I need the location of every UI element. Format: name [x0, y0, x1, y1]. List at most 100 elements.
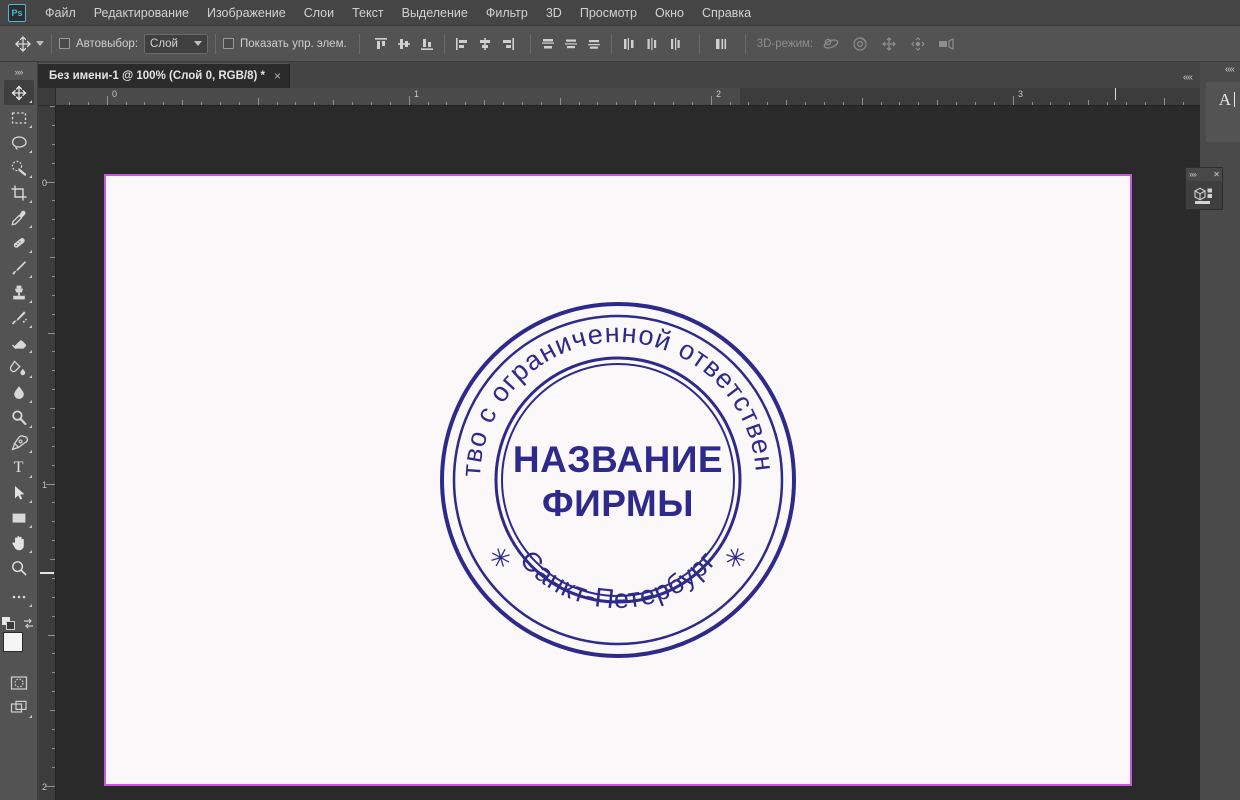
tool-flyout-indicator: [28, 375, 32, 378]
zoom-tool[interactable]: [4, 555, 34, 580]
collapse-panels-icon[interactable]: ««: [1183, 72, 1193, 83]
rectangle-tool[interactable]: [4, 505, 34, 530]
menu-layers[interactable]: Слои: [295, 2, 343, 24]
ruler-tick: [767, 102, 769, 105]
pen-tool[interactable]: [4, 430, 34, 455]
tool-preset-chevron-down-icon[interactable]: [36, 41, 44, 46]
menu-filter[interactable]: Фильтр: [477, 2, 537, 24]
menu-type[interactable]: Текст: [343, 2, 392, 24]
align-bottom-edges-button[interactable]: [417, 34, 437, 54]
horizontal-type-tool[interactable]: T: [4, 455, 34, 480]
quick-mask-toggle[interactable]: [4, 670, 34, 695]
distribute-bottom-edges-button[interactable]: [584, 34, 604, 54]
toolbox-expand-icon[interactable]: »»: [0, 64, 37, 80]
history-brush-tool[interactable]: [4, 305, 34, 330]
floating-panel-titlebar: »» ✕: [1186, 168, 1222, 181]
vertical-ruler[interactable]: 0 1 2: [38, 106, 56, 800]
align-left-edges-button[interactable]: [452, 34, 472, 54]
tool-flyout-indicator: [28, 250, 32, 253]
dodge-tool[interactable]: [4, 405, 34, 430]
ruler-tick: [748, 102, 750, 105]
show-transform-controls-checkbox[interactable]: [223, 38, 235, 49]
pan-3d-object-icon[interactable]: [879, 34, 899, 54]
clone-stamp-tool[interactable]: [4, 280, 34, 305]
menu-file[interactable]: Файл: [36, 2, 85, 24]
expand-icon[interactable]: »»: [1189, 170, 1197, 179]
edit-toolbar-button[interactable]: [4, 584, 34, 609]
ruler-tick: [125, 102, 127, 105]
foreground-color-swatch[interactable]: [2, 632, 23, 652]
active-tool-preview[interactable]: [14, 35, 44, 53]
menu-view[interactable]: Просмотр: [571, 2, 646, 24]
lasso-tool[interactable]: [4, 130, 34, 155]
align-distribute-options-button[interactable]: [711, 34, 731, 54]
document-tab[interactable]: Без имени-1 @ 100% (Слой 0, RGB/8) * ×: [38, 63, 291, 88]
distribute-left-edges-button[interactable]: [619, 34, 639, 54]
auto-select-dropdown[interactable]: Слой: [144, 33, 209, 54]
swap-colors-icon[interactable]: [22, 617, 35, 630]
ruler-label: 1: [42, 480, 48, 490]
stamp-center-line-1: НАЗВАНИЕ: [513, 439, 723, 480]
horizontal-ruler[interactable]: 0 1 2 3: [56, 88, 1200, 106]
artboard[interactable]: Общество с ограниченной ответственностью…: [104, 174, 1132, 786]
ruler-tick: [1069, 102, 1071, 105]
align-vertical-centers-button[interactable]: [394, 34, 414, 54]
roll-3d-object-icon[interactable]: [850, 34, 870, 54]
rotate-3d-object-icon[interactable]: [821, 34, 841, 54]
menu-window[interactable]: Окно: [646, 2, 693, 24]
floating-properties-panel[interactable]: »» ✕: [1185, 167, 1223, 210]
ruler-tick: [1107, 102, 1108, 105]
screen-mode-toggle[interactable]: [4, 695, 34, 720]
brush-tool[interactable]: [4, 255, 34, 280]
quick-selection-tool[interactable]: [4, 155, 34, 180]
properties-cube-icon[interactable]: [1192, 185, 1216, 205]
character-panel-icon[interactable]: A: [1219, 90, 1231, 110]
tools-panel: »» T: [0, 62, 38, 800]
menu-image[interactable]: Изображение: [198, 2, 295, 24]
distribute-right-edges-button[interactable]: [665, 34, 685, 54]
spot-healing-brush-tool[interactable]: [4, 230, 34, 255]
expand-panels-icon[interactable]: ««: [1225, 64, 1235, 75]
floating-panel-body: [1186, 181, 1222, 205]
ruler-tick: [201, 102, 202, 105]
eyedropper-tool[interactable]: [4, 205, 34, 230]
ruler-origin-corner[interactable]: [38, 88, 56, 106]
gradient-tool[interactable]: [4, 355, 34, 380]
ruler-tick: [52, 275, 55, 277]
slide-3d-object-icon[interactable]: [908, 34, 928, 54]
ruler-tick: [48, 332, 55, 334]
eraser-tool[interactable]: [4, 330, 34, 355]
ruler-tick: [46, 483, 55, 485]
crop-tool[interactable]: [4, 180, 34, 205]
auto-select-checkbox[interactable]: [59, 38, 70, 49]
align-horizontal-centers-button[interactable]: [475, 34, 495, 54]
default-colors-icon[interactable]: [2, 617, 15, 630]
menu-3d[interactable]: 3D: [537, 2, 571, 24]
align-right-edges-button[interactable]: [498, 34, 518, 54]
close-icon[interactable]: ✕: [1213, 170, 1220, 179]
scale-3d-object-icon[interactable]: [937, 34, 957, 54]
menu-help[interactable]: Справка: [693, 2, 760, 24]
hand-tool[interactable]: [4, 530, 34, 555]
move-tool[interactable]: [3, 80, 34, 105]
canvas-area[interactable]: Общество с ограниченной ответственностью…: [56, 106, 1200, 800]
ruler-tick: [52, 370, 55, 372]
menu-select[interactable]: Выделение: [393, 2, 477, 24]
menu-edit[interactable]: Редактирование: [85, 2, 198, 24]
ruler-tick: [52, 426, 55, 428]
tool-flyout-indicator: [28, 200, 32, 203]
blur-tool[interactable]: [4, 380, 34, 405]
path-selection-tool[interactable]: [4, 480, 34, 505]
align-top-edges-button[interactable]: [371, 34, 391, 54]
rectangular-marquee-tool[interactable]: [4, 105, 34, 130]
ruler-tick: [52, 143, 55, 145]
close-icon[interactable]: ×: [274, 70, 281, 82]
distribute-horizontal-centers-button[interactable]: [642, 34, 662, 54]
color-swatches[interactable]: [2, 632, 35, 664]
tool-flyout-indicator: [28, 425, 32, 428]
ruler-tick: [238, 102, 240, 105]
ruler-tick: [52, 238, 55, 240]
ruler-tick: [314, 102, 316, 105]
distribute-top-edges-button[interactable]: [538, 34, 558, 54]
distribute-vertical-centers-button[interactable]: [561, 34, 581, 54]
